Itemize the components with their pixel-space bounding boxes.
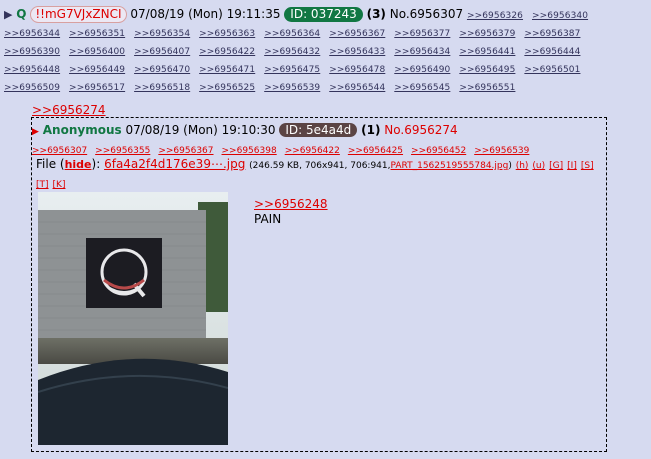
backlink[interactable]: >>6956471 [199,65,255,75]
backlink[interactable]: >>6956432 [264,47,320,57]
file-action-link[interactable]: [I] [567,161,577,171]
file-action-link[interactable]: (u) [532,161,545,171]
backlink[interactable]: >>6956355 [95,146,150,156]
backlink[interactable]: >>6956539 [474,146,529,156]
backlink[interactable]: >>6956449 [69,65,125,75]
backlink[interactable]: >>6956434 [394,47,450,57]
reply-post: ▶ Anonymous 07/08/19 (Mon) 19:10:30 ID: … [31,117,607,452]
photo-illustration [38,192,228,445]
file-action-link[interactable]: (h) [516,161,529,171]
file-label-close: ): [91,157,101,171]
backlink[interactable]: >>6956441 [459,47,515,57]
backlink[interactable]: >>6956367 [158,146,213,156]
backlink[interactable]: >>6956344 [4,29,60,39]
post-datetime: 07/08/19 (Mon) 19:11:35 [130,7,281,21]
backlink[interactable]: >>6956422 [285,146,340,156]
backlink[interactable]: >>6956326 [467,11,523,21]
backlink[interactable]: >>6956398 [222,146,277,156]
file-name-link[interactable]: 6fa4a2f4d176e39⋯.jpg [104,157,245,171]
post-count: (3) [366,7,386,21]
backlink[interactable]: >>6956390 [4,47,60,57]
post-image-thumbnail[interactable] [38,192,228,445]
backlink[interactable]: >>6956377 [394,29,450,39]
file-info: File (hide): 6fa4a2f4d176e39⋯.jpg (246.5… [36,156,606,194]
post-count: (1) [361,123,381,137]
backlink[interactable]: >>6956478 [329,65,385,75]
backlink[interactable]: >>6956544 [329,83,385,93]
poster-name: Q [16,7,27,21]
backlink[interactable]: >>6956422 [199,47,255,57]
backlink[interactable]: >>6956387 [524,29,580,39]
tripcode: !!mG7VJxZNCI [30,6,127,23]
hide-link[interactable]: hide [65,158,92,171]
backlink[interactable]: >>6956539 [264,83,320,93]
file-meta: (246.59 KB, 706x941, 706:941, [249,161,391,171]
backlink[interactable]: >>6956340 [532,11,588,21]
backlink[interactable]: >>6956545 [394,83,450,93]
file-action-link[interactable]: [T] [36,180,49,190]
backlink[interactable]: >>6956495 [459,65,515,75]
post-message: >>6956248 PAIN [254,197,328,227]
quote-link[interactable]: >>6956274 [32,103,106,117]
backlink[interactable]: >>6956448 [4,65,60,75]
backlink[interactable]: >>6956364 [264,29,320,39]
backlink[interactable]: >>6956470 [134,65,190,75]
post-number[interactable]: No.6956274 [384,123,457,137]
backlink[interactable]: >>6956400 [69,47,125,57]
post-number[interactable]: No.6956307 [390,7,463,21]
poster-id-badge[interactable]: ID: 5e4a4d [279,123,358,137]
file-action-link[interactable]: [G] [549,161,563,171]
poster-id-badge[interactable]: ID: 037243 [284,7,363,22]
reply-header: ▶ Anonymous 07/08/19 (Mon) 19:10:30 ID: … [32,122,606,160]
backlink[interactable]: >>6956407 [134,47,190,57]
backlinks-list: >>6956307 >>6956355 >>6956367 >>6956398 >>69… [32,142,537,156]
backlink[interactable]: >>6956444 [524,47,580,57]
backlink[interactable]: >>6956354 [134,29,190,39]
reply-marker-icon[interactable]: ▶ [32,127,39,137]
backlink[interactable]: >>6956518 [134,83,190,93]
op-post-header: ▶ Q !!mG7VJxZNCI 07/08/19 (Mon) 19:11:35… [4,6,644,96]
backlink[interactable]: >>6956551 [459,83,515,93]
post-datetime: 07/08/19 (Mon) 19:10:30 [125,123,276,137]
backlink[interactable]: >>6956363 [199,29,255,39]
message-quote-link[interactable]: >>6956248 [254,197,328,211]
backlink[interactable]: >>6956501 [524,65,580,75]
backlink[interactable]: >>6956425 [348,146,403,156]
file-label: File ( [36,157,65,171]
message-text: PAIN [254,212,282,226]
backlink[interactable]: >>6956475 [264,65,320,75]
backlink[interactable]: >>6956433 [329,47,385,57]
backlink[interactable]: >>6956379 [459,29,515,39]
file-meta-close: ) [508,161,512,171]
backlink[interactable]: >>6956452 [411,146,466,156]
backlink[interactable]: >>6956509 [4,83,60,93]
backlink[interactable]: >>6956490 [394,65,450,75]
backlink[interactable]: >>6956367 [329,29,385,39]
file-original-name-link[interactable]: PART_1562519555784.jpg [391,161,509,171]
file-action-link[interactable]: [S] [581,161,594,171]
backlink[interactable]: >>6956525 [199,83,255,93]
file-action-link[interactable]: [K] [53,180,66,190]
poster-name: Anonymous [42,123,122,137]
backlink[interactable]: >>6956351 [69,29,125,39]
post-arrow-icon[interactable]: ▶ [4,8,12,21]
backlink[interactable]: >>6956307 [32,146,87,156]
backlinks-list: >>6956326 >>6956340 >>6956344 >>6956351 … [4,11,594,93]
backlink[interactable]: >>6956517 [69,83,125,93]
